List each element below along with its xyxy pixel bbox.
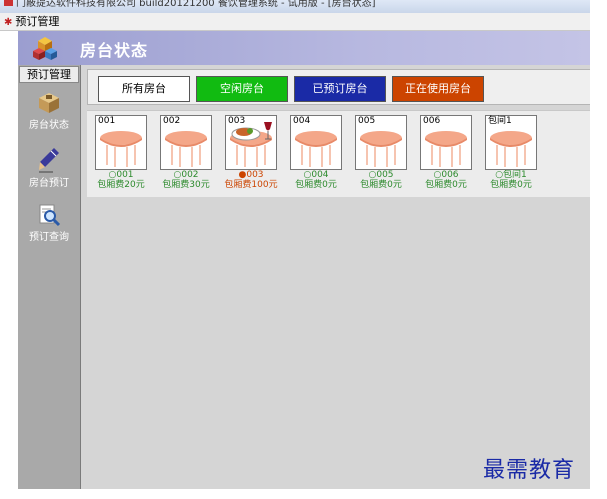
room-tile[interactable]: 003 <box>225 115 277 170</box>
room-code: 004 <box>293 116 311 126</box>
room-card[interactable]: 001 ○001 包厢费20元 <box>90 115 152 195</box>
room-status-line: ○005 <box>368 170 394 180</box>
room-tile[interactable]: 002 <box>160 115 212 170</box>
room-fee-line: 包厢费0元 <box>360 180 402 190</box>
sidebar: 预订管理 房台状态 房台预订 预订查询 <box>18 65 81 489</box>
table-icon <box>425 131 467 167</box>
room-fee-line: 包厢费0元 <box>295 180 337 190</box>
room-tile[interactable]: 006 <box>420 115 472 170</box>
room-tile[interactable]: 005 <box>355 115 407 170</box>
room-card[interactable]: 003 ●003 包厢费100元 <box>220 115 282 195</box>
page-edge <box>590 0 607 499</box>
sidebar-item-label: 房台预订 <box>29 178 69 189</box>
sidebar-item-room-status[interactable]: 房台状态 <box>18 91 80 131</box>
room-fee-line: 包厢费0元 <box>490 180 532 190</box>
room-code: 002 <box>163 116 181 126</box>
room-code: 005 <box>358 116 376 126</box>
room-card[interactable]: 004 ○004 包厢费0元 <box>285 115 347 195</box>
window-titlebar: 门蔽提达软件科技有限公司 build20121200 餐饮管理系统 - 试用版 … <box>0 0 590 13</box>
room-tile[interactable]: 001 <box>95 115 147 170</box>
room-status-line: ○004 <box>303 170 329 180</box>
menu-bar: ✱ 预订管理 <box>0 13 590 31</box>
room-status-line: ●003 <box>238 170 264 180</box>
table-icon <box>490 131 532 167</box>
room-fee-line: 包厢费100元 <box>224 180 278 190</box>
page-banner: 房台状态 <box>18 31 590 65</box>
room-card[interactable]: 005 ○005 包厢费0元 <box>350 115 412 195</box>
magnifier-icon <box>39 204 61 227</box>
room-status-line: ○002 <box>173 170 199 180</box>
filter-bar: 所有房台 空闲房台 已预订房台 正在使用房台 <box>87 69 590 105</box>
window-title: 门蔽提达软件科技有限公司 build20121200 餐饮管理系统 - 试用版 … <box>16 0 376 9</box>
menu-app-icon: ✱ <box>4 17 13 28</box>
table-icon <box>360 131 402 167</box>
filter-booked-rooms-button[interactable]: 已预订房台 <box>294 76 386 102</box>
room-code: 006 <box>423 116 441 126</box>
sidebar-item-label: 房台状态 <box>29 120 69 131</box>
room-tile[interactable]: 包间1 <box>485 115 537 170</box>
room-status-line: ○006 <box>433 170 459 180</box>
room-status-line: ○001 <box>108 170 134 180</box>
filter-free-rooms-button[interactable]: 空闲房台 <box>196 76 288 102</box>
room-card[interactable]: 包间1 ○包间1 包厢费0元 <box>480 115 542 195</box>
room-card[interactable]: 006 ○006 包厢费0元 <box>415 115 477 195</box>
pen-icon <box>39 148 59 173</box>
sidebar-item-booking-query[interactable]: 预订查询 <box>18 203 80 243</box>
sidebar-item-room-booking[interactable]: 房台预订 <box>18 147 80 189</box>
table-icon <box>100 131 142 167</box>
box-icon <box>39 93 59 113</box>
filter-label: 已预订房台 <box>312 82 368 95</box>
room-grid: 001 ○001 包厢费20元 002 ○002 包厢费30元 003 ●003 包厢费100元… <box>87 110 590 197</box>
room-fee-line: 包厢费20元 <box>97 180 145 190</box>
sidebar-header[interactable]: 预订管理 <box>19 66 79 83</box>
room-fee-line: 包厢费30元 <box>162 180 210 190</box>
filter-label: 正在使用房台 <box>405 82 471 95</box>
cubes-icon <box>33 37 57 60</box>
room-card[interactable]: 002 ○002 包厢费30元 <box>155 115 217 195</box>
app-icon <box>4 0 13 6</box>
filter-in-use-rooms-button[interactable]: 正在使用房台 <box>392 76 484 102</box>
filter-label: 空闲房台 <box>220 82 264 95</box>
page-title: 房台状态 <box>80 41 149 60</box>
room-code: 包间1 <box>488 116 512 126</box>
workspace: 所有房台 空闲房台 已预订房台 正在使用房台 001 ○001 包厢费20元 002 ○… <box>81 65 590 489</box>
room-code: 001 <box>98 116 116 126</box>
sidebar-item-label: 预订查询 <box>29 232 69 243</box>
room-tile[interactable]: 004 <box>290 115 342 170</box>
filter-all-rooms-button[interactable]: 所有房台 <box>98 76 190 102</box>
table-icon <box>295 131 337 167</box>
room-fee-line: 包厢费0元 <box>425 180 467 190</box>
room-status-line: ○包间1 <box>495 170 527 180</box>
table-icon <box>165 131 207 167</box>
watermark: 最需教育 <box>483 458 576 483</box>
filter-label: 所有房台 <box>122 82 166 95</box>
menu-item-reservation[interactable]: 预订管理 <box>15 15 59 28</box>
food-icon <box>231 122 272 141</box>
